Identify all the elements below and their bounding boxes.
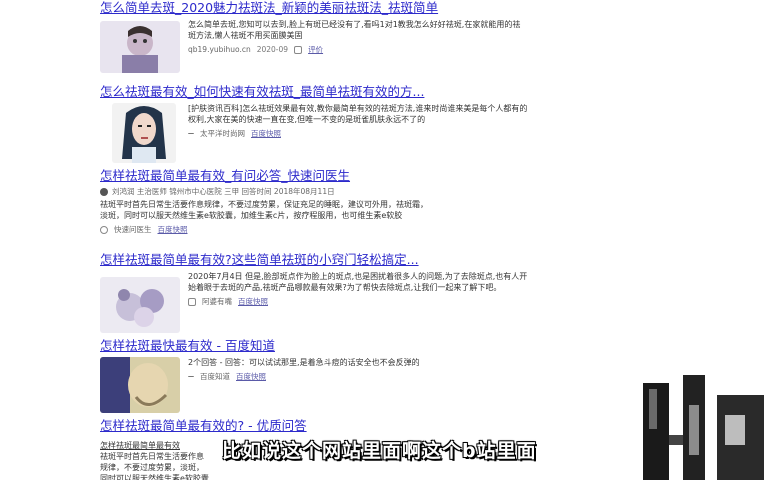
result-source: 百度知道 — [200, 372, 230, 381]
result-title-link[interactable]: 怎样祛斑最简单最有效?这些简单祛斑的小窍门轻松搞定... — [100, 252, 540, 268]
result-source-line: 百度知道 百度快照 — [188, 372, 528, 382]
result-title-link[interactable]: 怎么简单去斑_2020魅力祛斑法_新颖的美丽祛斑法_祛斑简单 — [100, 0, 540, 16]
result-thumbnail[interactable] — [100, 357, 180, 413]
user-icon — [100, 187, 108, 196]
source-icon — [188, 133, 194, 135]
result-source: 快速问医生 — [114, 225, 152, 234]
result-snippet: 怎么简单去斑,您知可以去到,脸上有斑已经没有了,看吗1对1教我怎么好好祛斑,在家… — [188, 20, 521, 40]
video-subtitle: 比如说这个网站里面啊这个b站里面 — [222, 440, 537, 462]
result-extra-link[interactable]: 评价 — [308, 45, 323, 55]
source-icon — [188, 376, 194, 378]
result-snippet: 2个回答 - 回答：可以试试那里,是着急斗痘的话安全也不会反弹的 — [188, 358, 420, 367]
cache-link[interactable]: 百度快照 — [236, 372, 266, 382]
result-snippet: 祛斑平时首先日常生活要作息规律，不要过度劳累，淡斑，同时可以服天然维生素e软胶囊 — [100, 452, 209, 480]
result-source: 太平洋时尚网 — [200, 129, 245, 138]
result-source-line: 快速问医生 百度快照 — [100, 225, 430, 235]
answer-meta: 刘鸿润 主治医师 锦州市中心医院 三甲 回答时间 2018年08月11日 — [100, 186, 540, 197]
result-item: 怎么祛斑最有效_如何快速有效祛斑_最简单祛斑有效的方... [护肤资讯百科]怎么… — [100, 84, 540, 163]
result-title-link[interactable]: 怎样祛斑最快最有效 - 百度知道 — [100, 338, 540, 354]
feedback-icon[interactable] — [294, 46, 303, 54]
cache-link[interactable]: 百度快照 — [251, 129, 281, 139]
result-thumbnail[interactable] — [100, 21, 180, 73]
result-thumbnail[interactable] — [112, 103, 176, 163]
result-title-link[interactable]: 怎么祛斑最有效_如何快速有效祛斑_最简单祛斑有效的方... — [100, 84, 540, 100]
result-source-line: 太平洋时尚网 百度快照 — [188, 129, 528, 139]
result-title-link[interactable]: 怎样祛斑最简单最有效的? - 优质问答 — [100, 418, 540, 434]
result-snippet: 祛斑平时首先日常生活要作息规律，不要过度劳累，保证充足的睡眠，建议可外用，祛斑霜… — [100, 200, 428, 220]
source-icon — [188, 298, 196, 306]
result-item: 怎样祛斑最简单最有效?这些简单祛斑的小窍门轻松搞定... 2020年7月4日 但… — [100, 252, 540, 333]
answer-meta-text: 刘鸿润 主治医师 锦州市中心医院 三甲 回答时间 2018年08月11日 — [112, 187, 335, 196]
result-date: 2020-09 — [256, 45, 289, 54]
result-source: qb19.yubihuo.cn — [188, 45, 251, 54]
result-snippet: 2020年7月4日 但是,脸部斑点作为脸上的斑点,也是困扰着很多人的问题,为了去… — [188, 272, 528, 292]
cache-link[interactable]: 百度快照 — [158, 225, 188, 235]
cache-link[interactable]: 百度快照 — [238, 297, 268, 307]
result-item: 怎样祛斑最简单最有效_有问必答_快速问医生 刘鸿润 主治医师 锦州市中心医院 三… — [100, 168, 540, 235]
result-source-line: 阿婆有嘴 百度快照 — [188, 297, 528, 307]
result-item: 怎样祛斑最快最有效 - 百度知道 2个回答 - 回答：可以试试那里,是着急斗痘的… — [100, 338, 540, 413]
result-source: 阿婆有嘴 — [202, 297, 232, 306]
result-title-link[interactable]: 怎样祛斑最简单最有效_有问必答_快速问医生 — [100, 168, 540, 184]
video-artifact — [625, 375, 764, 480]
hospital-icon — [100, 226, 108, 234]
result-item: 怎么简单去斑_2020魅力祛斑法_新颖的美丽祛斑法_祛斑简单 怎么简单去斑,您知… — [100, 0, 540, 73]
result-source-line: qb19.yubihuo.cn 2020-09 评价 — [188, 45, 528, 55]
result-thumbnail[interactable] — [100, 277, 180, 333]
result-snippet: [护肤资讯百科]怎么祛斑效果最有效,教你最简单有效的祛斑方法,谁来时尚谁来美是每… — [188, 104, 528, 124]
